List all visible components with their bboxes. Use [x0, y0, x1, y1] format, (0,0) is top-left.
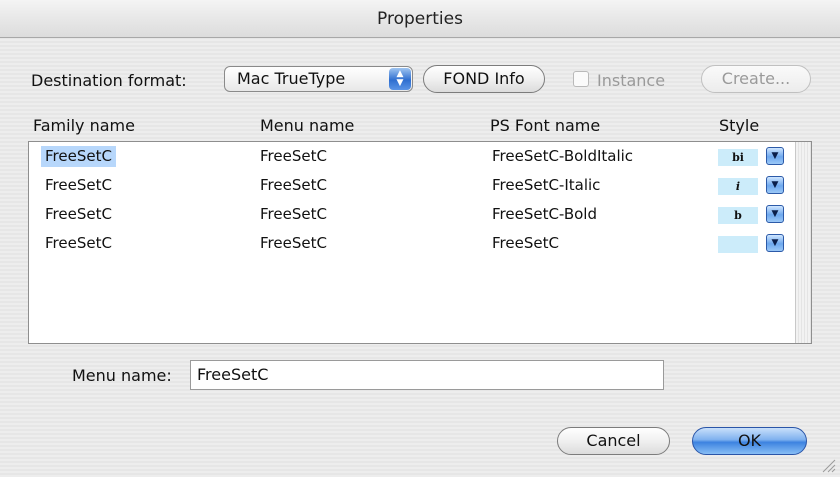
style-indicator: b	[718, 207, 758, 224]
column-header-menu-name[interactable]: Menu name	[260, 116, 354, 135]
cell-menu-name: FreeSetC	[260, 176, 327, 194]
down-triangle-icon: ▼	[771, 151, 779, 161]
destination-format-label: Destination format:	[31, 71, 187, 90]
cell-family-name: FreeSetC	[45, 205, 112, 223]
cell-menu-name: FreeSetC	[260, 234, 327, 252]
destination-format-popup[interactable]: Mac TrueType ▲ ▼	[224, 66, 413, 92]
ok-button[interactable]: OK	[692, 427, 807, 455]
cell-family-name: FreeSetC	[45, 234, 112, 252]
vertical-scrollbar[interactable]	[795, 142, 811, 343]
down-triangle-icon: ▼	[771, 238, 779, 248]
cell-menu-name: FreeSetC	[260, 147, 327, 165]
cancel-button[interactable]: Cancel	[557, 427, 670, 455]
instance-label: Instance	[597, 71, 666, 90]
column-header-ps-font-name[interactable]: PS Font name	[490, 116, 600, 135]
destination-format-value: Mac TrueType	[237, 69, 346, 88]
style-menu-button[interactable]: ▼	[766, 176, 784, 194]
style-menu-button[interactable]: ▼	[766, 205, 784, 223]
table-row[interactable]: FreeSetC FreeSetC FreeSetC-Italic i ▼	[29, 171, 796, 200]
cell-ps-font-name: FreeSetC-Italic	[492, 176, 601, 194]
window-title: Properties	[377, 9, 463, 29]
menu-name-field[interactable]: FreeSetC	[190, 360, 664, 390]
cell-family-name: FreeSetC	[45, 176, 112, 194]
style-indicator	[718, 236, 758, 253]
style-indicator: bi	[718, 149, 758, 166]
cell-ps-font-name: FreeSetC-BoldItalic	[492, 147, 634, 165]
instance-checkbox[interactable]	[573, 71, 589, 87]
resize-grip-icon[interactable]	[820, 457, 836, 473]
down-triangle-icon: ▼	[771, 180, 779, 190]
down-triangle-icon: ▼	[771, 209, 779, 219]
font-list[interactable]: FreeSetC FreeSetC FreeSetC-BoldItalic bi…	[28, 141, 812, 344]
table-row[interactable]: FreeSetC FreeSetC FreeSetC ▼	[29, 229, 796, 258]
title-bar: Properties	[0, 0, 840, 38]
style-menu-button[interactable]: ▼	[766, 234, 784, 252]
table-row[interactable]: FreeSetC FreeSetC FreeSetC-Bold b ▼	[29, 200, 796, 229]
column-header-style[interactable]: Style	[719, 116, 759, 135]
style-menu-button[interactable]: ▼	[766, 147, 784, 165]
cell-ps-font-name: FreeSetC-Bold	[492, 205, 597, 223]
cell-ps-font-name: FreeSetC	[492, 234, 559, 252]
style-indicator: i	[718, 178, 758, 195]
cell-family-name: FreeSetC	[41, 146, 116, 167]
column-header-family-name[interactable]: Family name	[33, 116, 135, 135]
table-row[interactable]: FreeSetC FreeSetC FreeSetC-BoldItalic bi…	[29, 142, 796, 171]
fond-info-button[interactable]: FOND Info	[423, 65, 545, 93]
up-down-arrows-icon: ▲ ▼	[389, 68, 411, 90]
create-button[interactable]: Create...	[701, 65, 811, 93]
menu-name-label: Menu name:	[72, 366, 172, 385]
cell-menu-name: FreeSetC	[260, 205, 327, 223]
